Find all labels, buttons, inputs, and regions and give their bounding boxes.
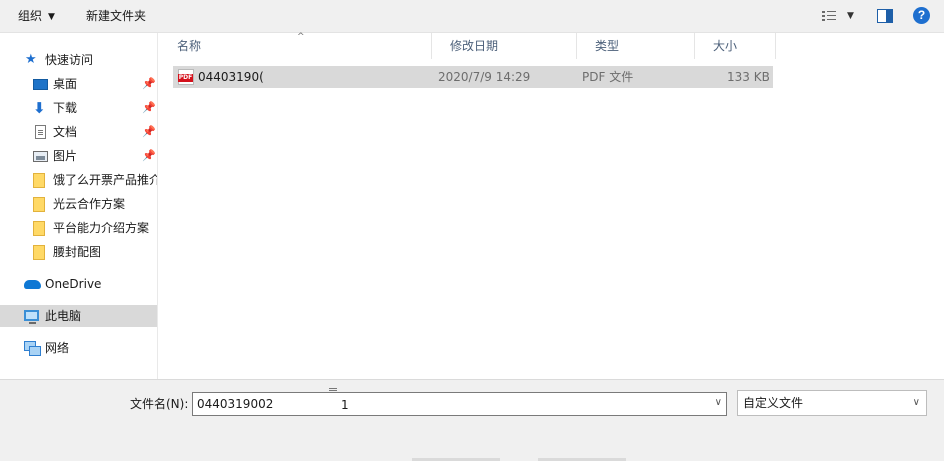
filetype-value: 自定义文件: [743, 396, 804, 410]
column-header-name[interactable]: ^ 名称: [159, 32, 432, 59]
nav-item-label: 快速访问: [45, 53, 94, 67]
filename-label: 文件名(N):: [130, 397, 189, 411]
nav-item-pictures[interactable]: 图片 📌: [0, 145, 157, 167]
filetype-select[interactable]: 自定义文件 ∨: [737, 390, 927, 416]
nav-item-folder[interactable]: 腰封配图: [0, 241, 157, 263]
nav-item-label: 文档: [53, 125, 78, 139]
chevron-down-icon: ▼: [847, 11, 854, 21]
filename-input[interactable]: [197, 395, 702, 413]
file-size: 133 KB: [727, 70, 770, 84]
nav-item-label: 网络: [45, 341, 70, 355]
chevron-down-icon[interactable]: ∨: [715, 397, 722, 408]
file-type: PDF 文件: [582, 70, 634, 84]
help-icon[interactable]: ?: [913, 7, 930, 24]
nav-item-label: 图片: [53, 149, 78, 163]
details-view-icon: [822, 11, 836, 22]
nav-item-label: 平台能力介绍方案: [53, 221, 150, 235]
nav-item-label: 饿了么开票产品推介: [53, 173, 158, 187]
change-view-button[interactable]: ▼: [820, 8, 860, 25]
column-header-label: 修改日期: [450, 39, 499, 53]
navigation-pane: ★ 快速访问 桌面 📌 ⬇ 下载 📌 文档 📌 图片 📌 饿了么开票产品推介 光…: [0, 33, 158, 379]
nav-item-this-pc[interactable]: 此电脑: [0, 305, 157, 327]
network-icon: [24, 341, 41, 356]
cloud-icon: [24, 280, 41, 289]
pdf-file-icon: PDF: [178, 69, 194, 85]
nav-item-network[interactable]: 网络: [0, 337, 157, 359]
file-list: ^ 名称 修改日期 类型 大小 PDF 04403190( 2020/7/9 1…: [159, 32, 944, 379]
desktop-icon: [33, 79, 48, 90]
folder-icon: [33, 245, 45, 260]
save-options-bar: 文件名(N): 1 ∨ 自定义文件 ∨: [0, 379, 944, 461]
file-name: 04403190(: [198, 70, 264, 84]
nav-item-documents[interactable]: 文档 📌: [0, 121, 157, 143]
star-icon: ★: [25, 52, 37, 67]
pin-icon: 📌: [142, 77, 156, 90]
nav-item-label: 光云合作方案: [53, 197, 126, 211]
pin-icon: 📌: [142, 149, 156, 162]
preview-pane-button[interactable]: [877, 9, 893, 23]
nav-item-label: 下载: [53, 101, 78, 115]
chevron-down-icon: ▼: [48, 12, 55, 22]
document-icon: [35, 125, 46, 139]
pictures-icon: [33, 151, 48, 162]
chevron-down-icon: ∨: [912, 397, 920, 408]
nav-item-label: 腰封配图: [53, 245, 102, 259]
pin-icon: 📌: [142, 101, 156, 114]
column-header-label: 大小: [713, 39, 738, 53]
column-header-label: 类型: [595, 39, 620, 53]
nav-item-label: 桌面: [53, 77, 78, 91]
resize-handle[interactable]: [329, 388, 337, 391]
folder-icon: [33, 197, 45, 212]
file-row[interactable]: PDF 04403190( 2020/7/9 14:29 PDF 文件 133 …: [173, 66, 773, 88]
nav-item-folder[interactable]: 光云合作方案: [0, 193, 157, 215]
download-icon: ⬇: [33, 99, 46, 117]
column-header-label: 名称: [177, 39, 202, 53]
organize-menu-button[interactable]: 组织 ▼: [18, 8, 55, 25]
nav-item-desktop[interactable]: 桌面 📌: [0, 73, 157, 95]
folder-icon: [33, 221, 45, 236]
computer-icon: [24, 310, 39, 324]
nav-item-label: OneDrive: [45, 277, 102, 291]
nav-item-folder[interactable]: 饿了么开票产品推介: [0, 169, 158, 191]
column-header-size[interactable]: 大小: [695, 33, 776, 59]
command-bar: 组织 ▼ 新建文件夹 ▼ ?: [0, 0, 944, 33]
nav-item-label: 此电脑: [45, 309, 82, 323]
organize-label: 组织: [18, 9, 43, 23]
sort-ascending-icon: ^: [297, 32, 305, 42]
column-header-modified[interactable]: 修改日期: [432, 33, 577, 59]
filename-suffix: 1: [341, 398, 349, 412]
column-header-type[interactable]: 类型: [577, 33, 695, 59]
filename-combobox[interactable]: 1 ∨: [192, 392, 727, 416]
nav-item-onedrive[interactable]: OneDrive: [0, 273, 157, 295]
folder-icon: [33, 173, 45, 188]
nav-item-quick-access[interactable]: ★ 快速访问: [0, 49, 157, 71]
new-folder-button[interactable]: 新建文件夹: [86, 8, 146, 25]
pin-icon: 📌: [142, 125, 156, 138]
file-modified: 2020/7/9 14:29: [438, 70, 531, 84]
nav-item-downloads[interactable]: ⬇ 下载 📌: [0, 97, 157, 119]
nav-item-folder[interactable]: 平台能力介绍方案: [0, 217, 157, 239]
